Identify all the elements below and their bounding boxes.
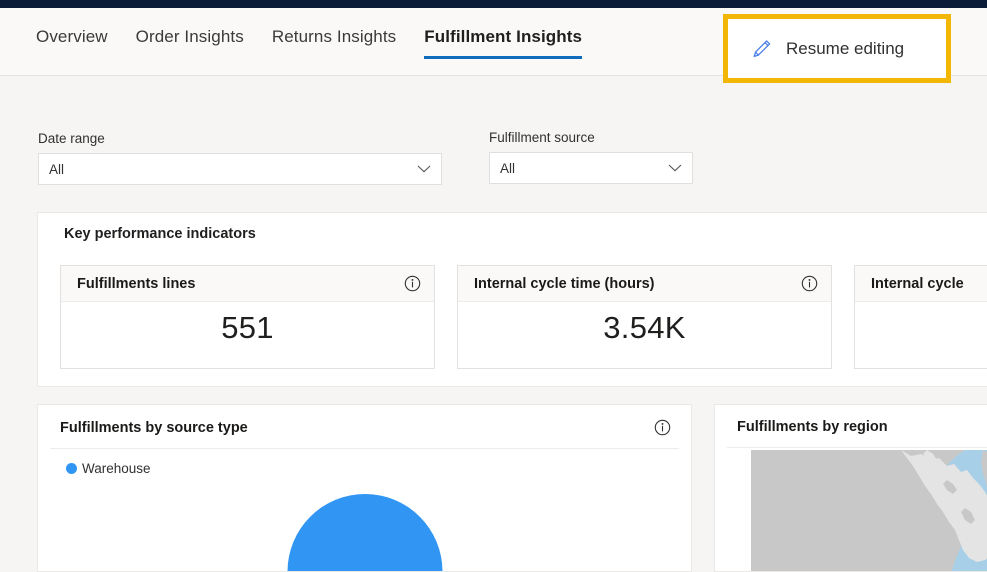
legend-label-warehouse: Warehouse bbox=[82, 461, 151, 476]
chart-card-fulfillments-by-source-type: Fulfillments by source type Warehouse bbox=[37, 404, 692, 572]
kpi-card-header: Internal cycle bbox=[855, 266, 987, 302]
tab-overview-label: Overview bbox=[36, 27, 108, 46]
date-range-dropdown[interactable]: All bbox=[38, 153, 442, 185]
tab-list: Overview Order Insights Returns Insights… bbox=[22, 8, 596, 75]
pencil-icon bbox=[753, 39, 771, 57]
kpi-card-header: Fulfillments lines bbox=[61, 266, 434, 302]
chart-title: Fulfillments by source type bbox=[60, 419, 248, 436]
pie-slice-warehouse[interactable] bbox=[287, 494, 442, 571]
filter-date-range-label: Date range bbox=[38, 131, 105, 146]
info-icon[interactable] bbox=[404, 275, 421, 292]
region-map[interactable] bbox=[751, 450, 987, 571]
info-icon[interactable] bbox=[654, 419, 671, 436]
map-graphic bbox=[751, 450, 987, 571]
info-icon[interactable] bbox=[801, 275, 818, 292]
chart-divider bbox=[727, 447, 987, 448]
kpi-card-internal-cycle-time[interactable]: Internal cycle time (hours) 3.54K bbox=[457, 265, 832, 369]
active-tab-underline bbox=[424, 56, 583, 59]
fulfillment-source-value: All bbox=[500, 160, 516, 176]
filter-date-range: Date range All bbox=[38, 131, 442, 185]
kpi-card-header: Internal cycle time (hours) bbox=[458, 266, 831, 302]
kpi-card-list: Fulfillments lines 551 Internal cycle ti… bbox=[60, 265, 987, 369]
kpi-value: 551 bbox=[221, 310, 274, 345]
tab-order-insights[interactable]: Order Insights bbox=[122, 8, 258, 56]
date-range-value: All bbox=[49, 161, 65, 177]
chart-title: Fulfillments by region bbox=[737, 419, 888, 435]
tab-fulfillment-insights[interactable]: Fulfillment Insights bbox=[410, 8, 596, 59]
filter-fulfillment-source-label: Fulfillment source bbox=[489, 130, 595, 145]
kpi-card-internal-cycle-truncated[interactable]: Internal cycle bbox=[854, 265, 987, 369]
chart-header: Fulfillments by region bbox=[715, 405, 987, 435]
filter-fulfillment-source: Fulfillment source All bbox=[489, 130, 693, 184]
chevron-down-icon bbox=[417, 165, 431, 173]
tab-overview[interactable]: Overview bbox=[22, 8, 122, 56]
resume-editing-button[interactable]: Resume editing bbox=[728, 19, 946, 78]
pie-chart-area bbox=[38, 476, 691, 571]
tab-returns-insights-label: Returns Insights bbox=[271, 27, 397, 46]
resume-editing-label: Resume editing bbox=[786, 38, 905, 58]
kpi-card-fulfillments-lines[interactable]: Fulfillments lines 551 bbox=[60, 265, 435, 369]
tab-returns-insights[interactable]: Returns Insights bbox=[258, 8, 410, 56]
kpi-value bbox=[855, 302, 987, 310]
top-app-bar bbox=[0, 0, 987, 8]
kpi-title: Internal cycle bbox=[871, 275, 964, 292]
chart-legend: Warehouse bbox=[38, 449, 691, 476]
chart-header: Fulfillments by source type bbox=[38, 405, 691, 436]
legend-color-swatch-warehouse bbox=[66, 463, 77, 474]
tab-bar: Overview Order Insights Returns Insights… bbox=[0, 8, 987, 83]
kpi-section: Key performance indicators Fulfillments … bbox=[37, 212, 987, 387]
chart-card-fulfillments-by-region: Fulfillments by region bbox=[714, 404, 987, 572]
tab-fulfillment-insights-label: Fulfillment Insights bbox=[424, 27, 583, 46]
chevron-down-icon bbox=[668, 164, 682, 172]
kpi-section-title: Key performance indicators bbox=[64, 226, 256, 242]
resume-editing-highlight: Resume editing bbox=[723, 14, 951, 83]
kpi-title: Internal cycle time (hours) bbox=[474, 275, 655, 292]
kpi-title: Fulfillments lines bbox=[77, 275, 196, 292]
kpi-value: 3.54K bbox=[603, 310, 686, 345]
tab-order-insights-label: Order Insights bbox=[135, 27, 244, 46]
fulfillment-source-dropdown[interactable]: All bbox=[489, 152, 693, 184]
